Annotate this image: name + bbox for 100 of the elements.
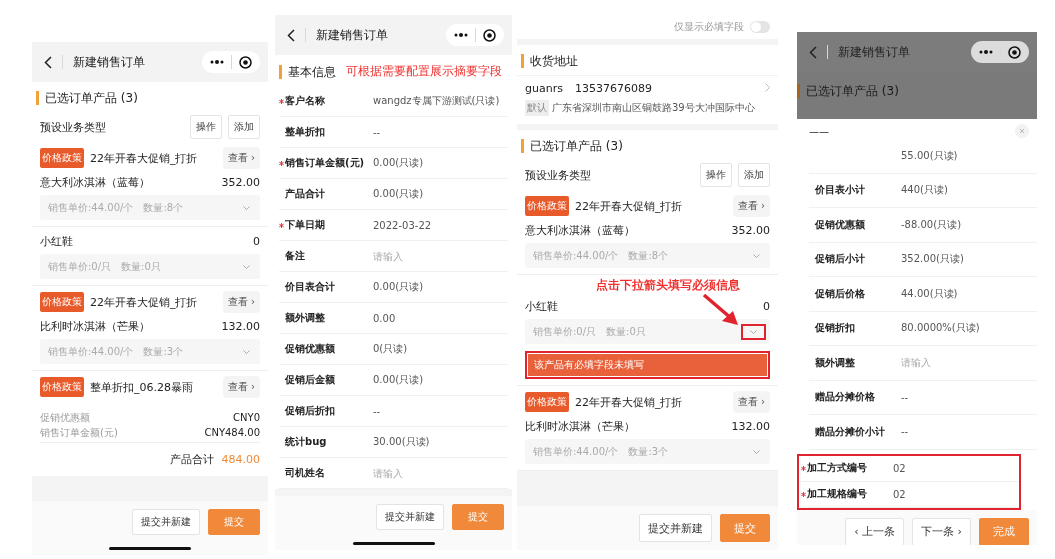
field-value: -- (373, 405, 381, 417)
summary-label: 促销优惠额 (40, 411, 90, 425)
product-name: 小红鞋 (525, 298, 558, 314)
secondary-button[interactable]: 提交并新建 (376, 504, 444, 530)
field-label: 额外调整 (815, 355, 855, 370)
policy-tag: 价格政策 (525, 196, 569, 216)
field-label: 客户名称 (285, 94, 325, 108)
field-label: 促销后价格 (815, 286, 865, 301)
quantity: 数量:3个 (628, 444, 669, 459)
policy-name: 22年开春大促销_打折 (575, 394, 684, 410)
field-value: 02 (893, 488, 906, 500)
view-button[interactable]: 查看 › (732, 391, 770, 413)
action-button[interactable]: 添加 (738, 163, 770, 187)
policy-tag: 价格政策 (40, 292, 84, 312)
field-value: 0.00(只读) (373, 156, 424, 170)
unit-price: 销售单价:44.00/个 (533, 248, 619, 263)
quantity: 数量:0只 (606, 324, 646, 339)
section-title: 基本信息 (279, 64, 336, 79)
input-field[interactable]: 请输入 (373, 250, 473, 262)
quantity: 数量:3个 (143, 344, 184, 359)
view-button[interactable]: 查看 › (222, 291, 260, 313)
field-label: 额外调整 (285, 311, 325, 325)
product-amount: 352.00 (731, 223, 770, 237)
field-value: 0.00(只读) (373, 373, 424, 387)
field-value: 02 (893, 462, 906, 474)
quantity: 数量:8个 (628, 248, 669, 263)
section-title: 已选订单产品 (3) (36, 91, 138, 105)
action-button[interactable]: 操作 (190, 115, 222, 139)
business-type-label: 预设业务类型 (525, 167, 592, 183)
section-title: 收货地址 (521, 54, 578, 68)
field-value: -- (901, 426, 909, 438)
field-value: 55.00(只读) (901, 148, 958, 163)
annotation-text: 点击下拉箭头填写必须信息 (596, 278, 740, 293)
field-label: 整单折扣 (285, 125, 325, 139)
product-amount: 132.00 (221, 319, 260, 333)
secondary-button[interactable]: 提交并新建 (132, 509, 200, 535)
policy-name: 整单折扣_06.28暴雨 (90, 379, 194, 395)
secondary-button[interactable]: ‹ 上一条 (845, 517, 905, 545)
field-label: 产品合计 (285, 187, 325, 201)
total-label: 产品合计 (169, 452, 214, 467)
product-amount: 132.00 (731, 419, 770, 433)
phone-number: 13537676089 (574, 82, 652, 95)
field-value: -- (901, 391, 909, 403)
field-label: 赠品分摊价小计 (815, 424, 885, 439)
input-field[interactable]: 请输入 (901, 357, 1001, 369)
page-title: 新建销售订单 (316, 26, 389, 44)
action-button[interactable]: 操作 (700, 163, 732, 187)
address-text: 广东省深圳市南山区铜鼓路39号大冲国际中心 (552, 101, 755, 115)
field-value: 44.00(只读) (901, 286, 958, 301)
summary-value: CNY484.00 (204, 426, 260, 440)
policy-tag: 价格政策 (40, 377, 84, 397)
field-label: 销售订单金额(元) (285, 156, 365, 170)
field-label: 赠品分摊价格 (815, 390, 875, 405)
unit-price: 销售单价:44.00/个 (48, 344, 134, 359)
unit-price: 销售单价:44.00/个 (533, 444, 619, 459)
field-value: -- (373, 126, 381, 138)
field-value: 352.00(只读) (901, 252, 964, 267)
field-value: 440(只读) (901, 183, 948, 198)
field-label: 促销优惠额 (815, 217, 865, 232)
view-button[interactable]: 查看 › (222, 147, 260, 169)
business-type-label: 预设业务类型 (40, 119, 107, 135)
view-button[interactable]: 查看 › (732, 195, 770, 217)
summary-label: 销售订单金额(元) (40, 426, 118, 440)
product-name: 意大利冰淇淋（蓝莓） (40, 174, 150, 190)
action-button[interactable]: 添加 (228, 115, 260, 139)
recipient-name: guanrs (525, 82, 563, 95)
product-name: 意大利冰淇淋（蓝莓） (525, 222, 635, 238)
field-label: 加工规格编号 (807, 487, 867, 501)
error-message: 该产品有必填字段未填写 (528, 354, 767, 376)
secondary-button[interactable]: 下一条 › (912, 517, 971, 545)
view-button[interactable]: 查看 › (222, 376, 260, 398)
page-title: 新建销售订单 (73, 53, 146, 71)
field-value: 0.00(只读) (373, 187, 424, 201)
product-amount: 0 (763, 299, 770, 313)
product-name: 比利时冰淇淋（芒果） (525, 418, 635, 434)
field-label: 促销折扣 (815, 321, 855, 336)
field-label: 统计bug (285, 435, 327, 449)
policy-name: 22年开春大促销_打折 (575, 198, 684, 214)
section-title: 已选订单产品 (3) (521, 139, 623, 153)
field-label: 促销后金额 (285, 373, 335, 387)
total-value: 484.00 (221, 453, 260, 466)
field-value: 0.00(只读) (373, 280, 424, 294)
product-name: 小红鞋 (40, 233, 73, 249)
field-value: 80.0000%(只读) (901, 321, 980, 336)
policy-name: 22年开春大促销_打折 (90, 294, 199, 310)
policy-tag: 价格政策 (525, 392, 569, 412)
field-value: 0.00 (373, 312, 396, 324)
toggle-label: 仅显示必填字段 (674, 20, 744, 34)
product-name: 比利时冰淇淋（芒果） (40, 318, 150, 334)
field-value: 0(只读) (373, 342, 408, 356)
page-title: 新建销售订单 (838, 43, 911, 61)
field-label: 促销后小计 (815, 252, 865, 267)
unit-price: 销售单价:44.00/个 (48, 200, 134, 215)
product-amount: 352.00 (221, 175, 260, 189)
secondary-button[interactable]: 提交并新建 (639, 514, 712, 542)
field-label: 备注 (285, 249, 305, 263)
default-tag: 默认 (525, 100, 549, 116)
field-value: 2022-03-22 (373, 219, 432, 231)
field-value: -88.00(只读) (901, 217, 962, 232)
input-field[interactable]: 请输入 (373, 467, 473, 479)
